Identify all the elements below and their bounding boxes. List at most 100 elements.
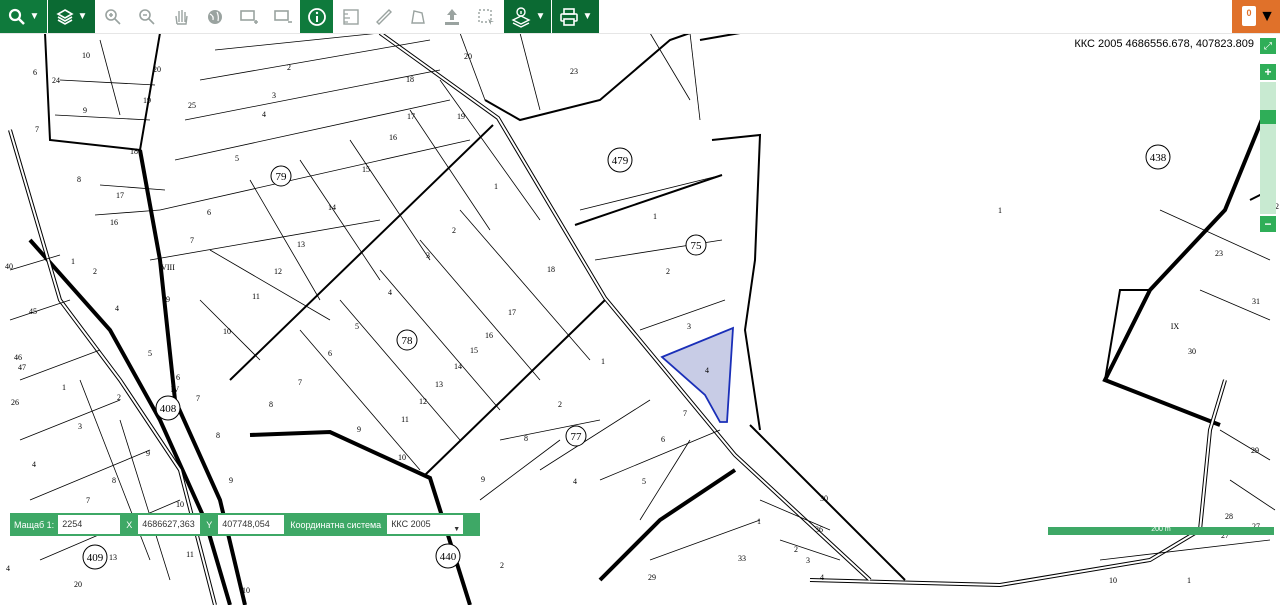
svg-text:13: 13 — [109, 553, 117, 562]
svg-text:4: 4 — [6, 564, 10, 573]
svg-text:9: 9 — [481, 475, 485, 484]
svg-text:33: 33 — [738, 554, 746, 563]
svg-text:438: 438 — [1150, 152, 1167, 164]
expand-icon: ⤢ — [1264, 40, 1272, 52]
ruler-icon — [376, 8, 392, 25]
search-button[interactable]: ▼ — [0, 0, 47, 33]
svg-text:9: 9 — [146, 449, 150, 458]
remove-area-button[interactable] — [270, 0, 296, 33]
pan-button[interactable] — [168, 0, 194, 33]
zoom-out-icon — [139, 8, 155, 25]
svg-text:20: 20 — [74, 580, 82, 589]
svg-text:31: 31 — [1252, 297, 1260, 306]
search-icon — [8, 8, 25, 25]
svg-text:9: 9 — [166, 295, 170, 304]
polygon-button[interactable] — [405, 0, 431, 33]
svg-text:18: 18 — [547, 265, 555, 274]
svg-text:5: 5 — [235, 154, 239, 163]
print-button[interactable]: ▼ — [552, 0, 599, 33]
svg-text:11: 11 — [252, 292, 260, 301]
x-coordinate-input[interactable]: 4686627,363 — [138, 515, 201, 534]
layers-icon — [55, 8, 74, 25]
print-icon — [559, 7, 578, 26]
svg-text:1: 1 — [494, 182, 498, 191]
fullscreen-button[interactable]: ⤢ — [1260, 38, 1276, 54]
zoom-out-button[interactable] — [134, 0, 160, 33]
scale-input[interactable]: 2254 — [58, 515, 121, 534]
zoom-plus-button[interactable]: + — [1260, 64, 1276, 80]
polygon-icon — [411, 9, 425, 24]
measure-area-button[interactable] — [338, 0, 364, 33]
svg-text:5: 5 — [355, 322, 359, 331]
block-boundaries — [44, 32, 1271, 581]
measure-area-icon — [343, 8, 359, 25]
y-coordinate-input[interactable]: 407748,054 — [218, 515, 285, 534]
scale-bar-label: 200 m — [1151, 526, 1171, 533]
svg-text:78: 78 — [402, 335, 414, 347]
x-label: X — [126, 519, 133, 530]
ruler-button[interactable] — [371, 0, 397, 33]
svg-text:23: 23 — [1215, 249, 1223, 258]
svg-text:24: 24 — [52, 76, 60, 85]
svg-text:440: 440 — [440, 551, 457, 563]
svg-text:15: 15 — [362, 165, 370, 174]
pan-hand-icon — [175, 9, 188, 25]
svg-text:409: 409 — [87, 552, 104, 564]
svg-text:3: 3 — [687, 322, 691, 331]
svg-text:1: 1 — [601, 357, 605, 366]
svg-text:77: 77 — [571, 431, 583, 443]
info-icon — [307, 7, 326, 26]
svg-text:40: 40 — [5, 262, 13, 271]
svg-text:8: 8 — [216, 431, 220, 440]
svg-text:VIII: VIII — [161, 263, 175, 272]
svg-text:2: 2 — [666, 267, 670, 276]
svg-text:1: 1 — [1187, 576, 1191, 585]
layers-button[interactable]: ▼ — [48, 0, 95, 33]
svg-text:16: 16 — [389, 133, 397, 142]
svg-text:14: 14 — [454, 362, 462, 371]
select-area-button[interactable] — [473, 0, 499, 33]
svg-text:6: 6 — [33, 68, 37, 77]
svg-text:408: 408 — [160, 403, 177, 415]
zoom-in-button[interactable] — [100, 0, 126, 33]
svg-text:4: 4 — [32, 460, 36, 469]
svg-text:17: 17 — [407, 112, 415, 121]
globe-button[interactable] — [202, 0, 228, 33]
svg-text:479: 479 — [612, 155, 629, 167]
svg-text:6: 6 — [661, 435, 665, 444]
svg-text:7: 7 — [683, 409, 687, 418]
layer-info-button[interactable]: ▼ — [504, 0, 551, 33]
svg-text:10: 10 — [82, 51, 90, 60]
svg-text:10: 10 — [398, 453, 406, 462]
svg-text:12: 12 — [274, 267, 282, 276]
svg-text:2: 2 — [93, 267, 97, 276]
upload-icon — [445, 8, 459, 25]
svg-text:IX: IX — [1171, 322, 1180, 331]
toolbar: ▼ ▼ ▼ ▼ 0 ▼ — [0, 0, 1280, 34]
zoom-slider[interactable] — [1260, 82, 1276, 214]
globe-icon — [208, 9, 222, 24]
svg-text:17: 17 — [116, 191, 124, 200]
svg-text:17: 17 — [508, 308, 516, 317]
svg-text:6: 6 — [328, 349, 332, 358]
coordinate-panel: Мащаб 1: 2254 X 4686627,363 Y 407748,054… — [10, 513, 480, 536]
zoom-minus-button[interactable]: − — [1260, 216, 1276, 232]
svg-text:10: 10 — [176, 500, 184, 509]
svg-text:11: 11 — [401, 415, 409, 424]
upload-button[interactable] — [439, 0, 465, 33]
svg-text:29: 29 — [648, 573, 656, 582]
svg-text:9: 9 — [83, 106, 87, 115]
svg-text:1: 1 — [71, 257, 75, 266]
zoom-slider-thumb[interactable] — [1260, 110, 1276, 124]
crs-select[interactable]: ККС 2005 ▼ — [387, 515, 464, 534]
add-area-button[interactable] — [236, 0, 262, 33]
svg-text:13: 13 — [297, 240, 305, 249]
svg-text:2: 2 — [452, 226, 456, 235]
y-label: Y — [206, 519, 213, 530]
svg-text:16: 16 — [110, 218, 118, 227]
info-button[interactable] — [300, 0, 333, 33]
svg-text:6: 6 — [207, 208, 211, 217]
cart-button[interactable]: 0 ▼ — [1232, 0, 1280, 33]
svg-text:30: 30 — [820, 494, 828, 503]
svg-text:14: 14 — [328, 203, 336, 212]
